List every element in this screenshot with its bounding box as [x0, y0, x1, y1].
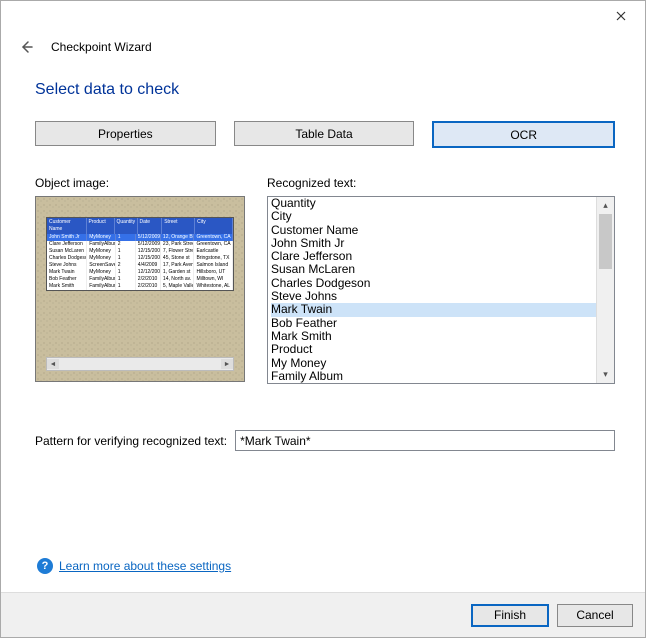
preview-horizontal-scrollbar[interactable]: ◄ ►	[46, 357, 234, 371]
list-item[interactable]: Susan McLaren	[271, 263, 597, 276]
recognized-text-label: Recognized text:	[267, 176, 615, 190]
object-image-preview: Customer NameProductQuantityDateStreetCi…	[35, 196, 245, 382]
learn-more-row: ? Learn more about these settings	[35, 558, 615, 592]
preview-table: Customer NameProductQuantityDateStreetCi…	[46, 217, 234, 291]
list-item[interactable]: Quantity	[271, 197, 597, 210]
help-icon: ?	[37, 558, 53, 574]
pattern-input[interactable]	[235, 430, 615, 451]
recognized-vertical-scrollbar[interactable]: ▴ ▾	[596, 197, 614, 383]
list-item[interactable]: Mark Twain	[271, 303, 597, 316]
scroll-up-icon[interactable]: ▴	[597, 197, 614, 214]
list-item[interactable]: Bob Feather	[271, 317, 597, 330]
pattern-label: Pattern for verifying recognized text:	[35, 434, 227, 448]
scroll-left-icon[interactable]: ◄	[47, 359, 59, 369]
list-item[interactable]: Steve Johns	[271, 290, 597, 303]
tab-properties[interactable]: Properties	[35, 121, 216, 146]
object-image-column: Object image: Customer NameProductQuanti…	[35, 176, 245, 384]
list-item[interactable]: Clare Jefferson	[271, 250, 597, 263]
list-item[interactable]: John Smith Jr	[271, 237, 597, 250]
close-button[interactable]	[605, 4, 637, 28]
pattern-row: Pattern for verifying recognized text:	[35, 430, 615, 451]
scroll-thumb[interactable]	[59, 360, 221, 368]
wizard-body: Select data to check Properties Table Da…	[1, 63, 645, 592]
content-columns: Object image: Customer NameProductQuanti…	[35, 176, 615, 384]
scroll-right-icon[interactable]: ►	[221, 359, 233, 369]
wizard-title: Checkpoint Wizard	[51, 40, 152, 54]
page-heading: Select data to check	[35, 81, 615, 99]
cancel-button[interactable]: Cancel	[557, 604, 633, 627]
button-bar: Finish Cancel	[1, 592, 645, 637]
list-item[interactable]: City	[271, 210, 597, 223]
scroll-down-icon[interactable]: ▾	[597, 366, 614, 383]
list-item[interactable]: Customer Name	[271, 224, 597, 237]
footer-zone: ? Learn more about these settings	[35, 558, 615, 592]
list-item[interactable]: Product	[271, 343, 597, 356]
list-item[interactable]: Family Album	[271, 370, 597, 383]
wizard-window: Checkpoint Wizard Select data to check P…	[0, 0, 646, 638]
object-image-label: Object image:	[35, 176, 245, 190]
tab-ocr[interactable]: OCR	[432, 121, 615, 148]
finish-button[interactable]: Finish	[471, 604, 549, 627]
recognized-text-listbox[interactable]: QuantityCityCustomer NameJohn Smith JrCl…	[267, 196, 615, 384]
titlebar	[1, 1, 645, 31]
list-item[interactable]: Mark Smith	[271, 330, 597, 343]
scroll-thumb[interactable]	[599, 214, 612, 269]
back-button[interactable]	[15, 36, 37, 58]
list-item[interactable]: Charles Dodgeson	[271, 277, 597, 290]
learn-more-link[interactable]: Learn more about these settings	[59, 559, 231, 573]
tab-row: Properties Table Data OCR	[35, 121, 615, 148]
tab-table-data[interactable]: Table Data	[234, 121, 415, 146]
header-row: Checkpoint Wizard	[1, 31, 645, 63]
list-item[interactable]: My Money	[271, 357, 597, 370]
recognized-text-column: Recognized text: QuantityCityCustomer Na…	[267, 176, 615, 384]
